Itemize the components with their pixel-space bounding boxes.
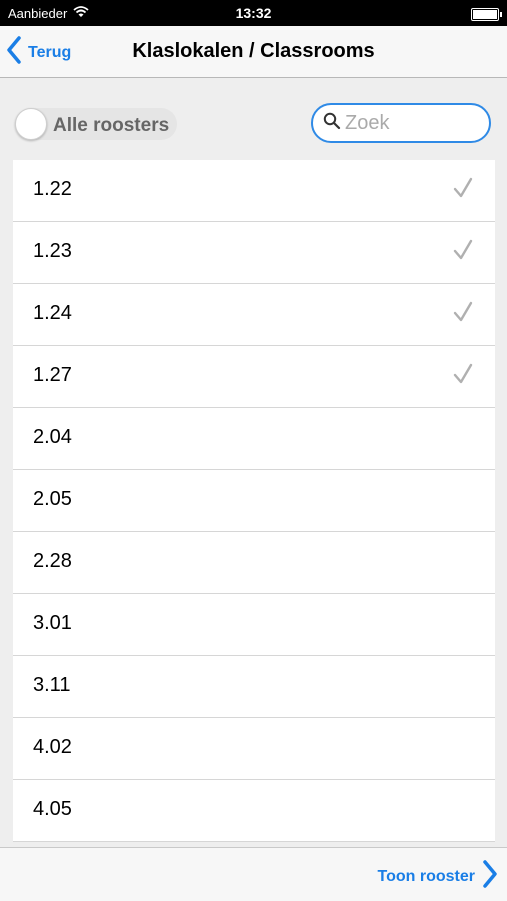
room-row[interactable]: 4.05 xyxy=(13,780,495,842)
room-row[interactable]: 2.04 xyxy=(13,408,495,470)
battery-icon xyxy=(471,8,502,21)
status-time: 13:32 xyxy=(235,5,272,21)
checkmark-icon xyxy=(453,301,473,328)
room-row[interactable]: 3.01 xyxy=(13,594,495,656)
toggle-knob xyxy=(15,108,47,140)
room-label: 2.04 xyxy=(33,426,72,448)
room-row[interactable]: 1.27 xyxy=(13,346,495,408)
room-label: 1.24 xyxy=(33,302,72,324)
room-list: 1.22 1.23 1.24 1.27 2.04 2.05 2.28 3.01 3.11 4.02… xyxy=(13,160,495,842)
room-row[interactable]: 1.23 xyxy=(13,222,495,284)
room-row[interactable]: 1.22 xyxy=(13,160,495,222)
page-title: Klaslokalen / Classrooms xyxy=(132,40,375,62)
show-schedule-button[interactable]: Toon rooster xyxy=(378,860,497,893)
room-row[interactable]: 3.11 xyxy=(13,656,495,718)
room-label: 1.22 xyxy=(33,178,72,200)
search-field[interactable] xyxy=(311,103,491,143)
all-schedules-toggle[interactable]: Alle roosters xyxy=(15,108,177,140)
filter-row: Alle roosters xyxy=(0,78,507,160)
room-label: 3.01 xyxy=(33,612,72,634)
room-label: 2.28 xyxy=(33,550,72,572)
room-label: 1.23 xyxy=(33,240,72,262)
checkmark-icon xyxy=(453,177,473,204)
chevron-right-icon xyxy=(483,860,497,893)
search-input[interactable] xyxy=(343,110,477,136)
bottom-toolbar: Toon rooster xyxy=(0,847,507,901)
room-row[interactable]: 2.28 xyxy=(13,532,495,594)
room-label: 3.11 xyxy=(33,674,71,696)
room-label: 4.02 xyxy=(33,736,72,758)
room-label: 2.05 xyxy=(33,488,72,510)
room-row[interactable]: 2.05 xyxy=(13,470,495,532)
room-row[interactable]: 4.02 xyxy=(13,718,495,780)
search-icon xyxy=(323,112,341,135)
room-label: 1.27 xyxy=(33,364,72,386)
toggle-label: Alle roosters xyxy=(53,115,170,136)
room-row[interactable]: 1.24 xyxy=(13,284,495,346)
checkmark-icon xyxy=(453,239,473,266)
checkmark-icon xyxy=(453,363,473,390)
navigation-bar: Terug Klaslokalen / Classrooms xyxy=(0,26,507,78)
show-schedule-label: Toon rooster xyxy=(377,867,475,885)
status-bar: Aanbieder 13:32 xyxy=(0,0,507,26)
room-label: 4.05 xyxy=(33,798,72,820)
